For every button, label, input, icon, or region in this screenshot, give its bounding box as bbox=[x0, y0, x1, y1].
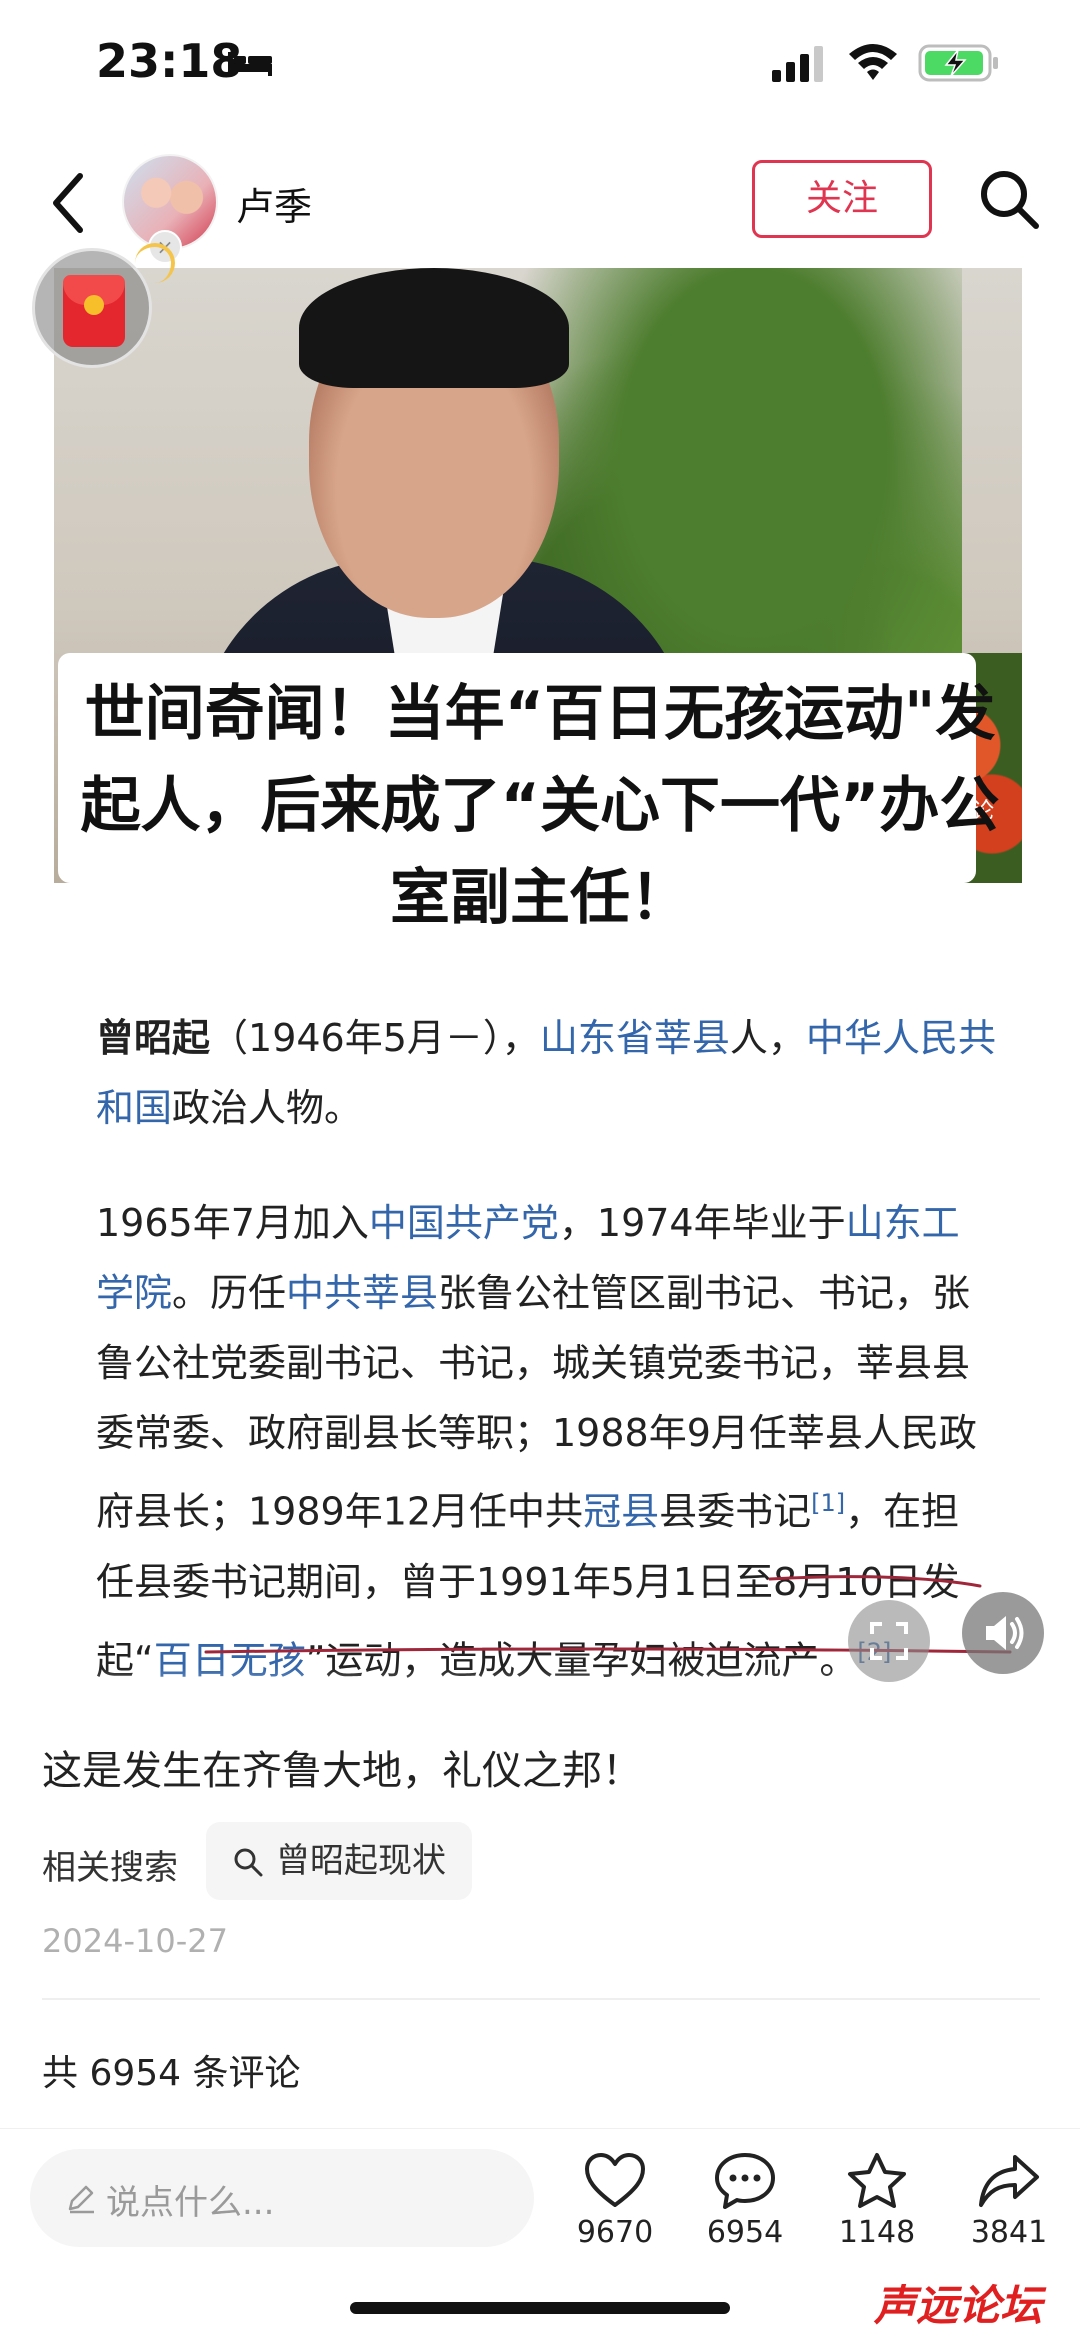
speaker-icon bbox=[986, 1616, 1024, 1650]
comment-input[interactable]: 说点什么... bbox=[30, 2149, 534, 2247]
pencil-icon bbox=[68, 2185, 94, 2214]
heart-icon bbox=[585, 2153, 645, 2207]
related-search-chip[interactable]: 曾昭起现状 bbox=[206, 1822, 472, 1900]
search-icon[interactable] bbox=[978, 168, 1042, 232]
post-caption: 这是发生在齐鲁大地，礼仪之邦！ bbox=[42, 1748, 642, 1794]
wiki-link[interactable]: 冠县 bbox=[583, 1490, 659, 1534]
comment-placeholder: 说点什么... bbox=[106, 2183, 275, 2223]
wiki-link[interactable]: 中共莘县 bbox=[286, 1271, 438, 1315]
share-arrow-icon bbox=[979, 2155, 1039, 2207]
post-date: 2024-10-27 bbox=[42, 1922, 228, 1960]
share-count: 3841 bbox=[970, 2215, 1048, 2250]
watermark: 声远论坛 bbox=[874, 2281, 1043, 2330]
share-button[interactable]: 3841 bbox=[954, 2151, 1064, 2250]
bed-icon bbox=[228, 52, 272, 76]
article-image[interactable]: 论 世间奇闻！当年“百日无孩运动"发起人，后来成了“关心下一代”办公室副主任！ … bbox=[0, 268, 1080, 1713]
wiki-text-segment: 。历任 bbox=[172, 1271, 287, 1315]
wiki-link[interactable]: 山东省莘县 bbox=[540, 1016, 730, 1060]
related-search-query: 曾昭起现状 bbox=[276, 1841, 446, 1881]
divider bbox=[42, 1998, 1040, 2000]
red-packet-button[interactable] bbox=[32, 243, 175, 368]
wiki-text-segment: 人， bbox=[729, 1016, 806, 1060]
wiki-link[interactable]: 中国共产党 bbox=[369, 1201, 559, 1245]
comment-button[interactable]: 6954 bbox=[690, 2151, 800, 2250]
crop-icon bbox=[870, 1622, 908, 1660]
sound-button[interactable] bbox=[962, 1592, 1044, 1674]
screenshot-button[interactable] bbox=[848, 1600, 930, 1682]
like-button[interactable]: 9670 bbox=[560, 2151, 670, 2250]
search-icon bbox=[234, 1848, 263, 1877]
wiki-text-segment: 县委书记 bbox=[659, 1489, 812, 1534]
wiki-text-segment: 1965年7月加入 bbox=[96, 1201, 369, 1245]
comment-button-count: 6954 bbox=[706, 2215, 784, 2250]
wiki-text-segment: 政治人物。 bbox=[172, 1086, 363, 1130]
follow-button[interactable]: 关注 bbox=[752, 160, 932, 238]
signal-icon bbox=[772, 46, 823, 82]
related-search-label: 相关搜索 bbox=[42, 1848, 178, 1888]
author-name[interactable]: 卢季 bbox=[236, 176, 312, 231]
wiki-text-segment: ，1974年毕业于 bbox=[558, 1201, 846, 1245]
favorite-count: 1148 bbox=[838, 2215, 916, 2250]
wiki-text-segment: （1946年5月－）， bbox=[210, 1016, 540, 1060]
status-bar: 23:18 bbox=[0, 0, 1080, 130]
wiki-text-segment: 曾昭起 bbox=[96, 1016, 211, 1060]
home-indicator[interactable] bbox=[350, 2302, 730, 2314]
status-time: 23:18 bbox=[96, 34, 243, 88]
star-icon bbox=[848, 2153, 906, 2208]
comment-bubble-icon bbox=[715, 2153, 775, 2209]
headline: 世间奇闻！当年“百日无孩运动"发起人，后来成了“关心下一代”办公室副主任！ bbox=[80, 679, 1000, 933]
citation-link[interactable]: [1] bbox=[811, 1489, 845, 1517]
favorite-button[interactable]: 1148 bbox=[822, 2151, 932, 2250]
like-count: 9670 bbox=[576, 2215, 654, 2250]
wiki-paragraph-1: 曾昭起（1946年5月－），山东省莘县人，中华人民共和国政治人物。 bbox=[96, 1003, 996, 1143]
wifi-icon bbox=[849, 44, 897, 80]
battery-charging-icon bbox=[918, 44, 998, 82]
comment-count: 共 6954 条评论 bbox=[42, 2053, 301, 2094]
back-icon[interactable] bbox=[44, 168, 94, 238]
